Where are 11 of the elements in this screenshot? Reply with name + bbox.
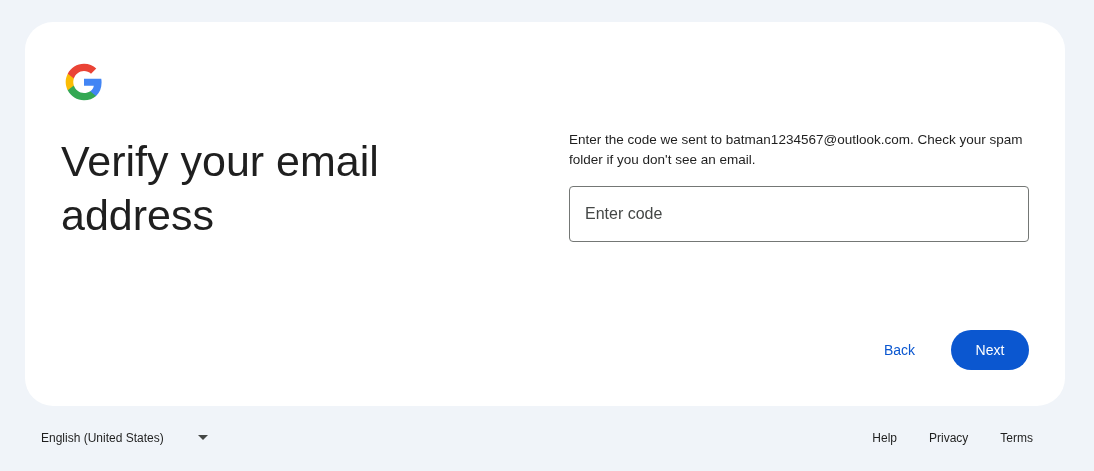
next-button[interactable]: Next — [951, 330, 1029, 370]
page-heading: Verify your email address — [61, 136, 380, 241]
language-selector[interactable]: English (United States) — [41, 430, 208, 445]
instructions-text: Enter the code we sent to batman1234567@outlook.com. Check your spam folder if you don't see an email. — [569, 131, 1024, 169]
dropdown-caret-icon — [197, 435, 208, 440]
footer-link[interactable]: Help — [856, 430, 913, 445]
google-logo — [64, 62, 104, 102]
footer-link[interactable]: Privacy — [913, 430, 985, 445]
code-input-field[interactable]: Enter code — [569, 186, 1029, 242]
back-button[interactable]: Back — [859, 330, 939, 370]
footer-link[interactable]: Terms — [984, 430, 1049, 445]
